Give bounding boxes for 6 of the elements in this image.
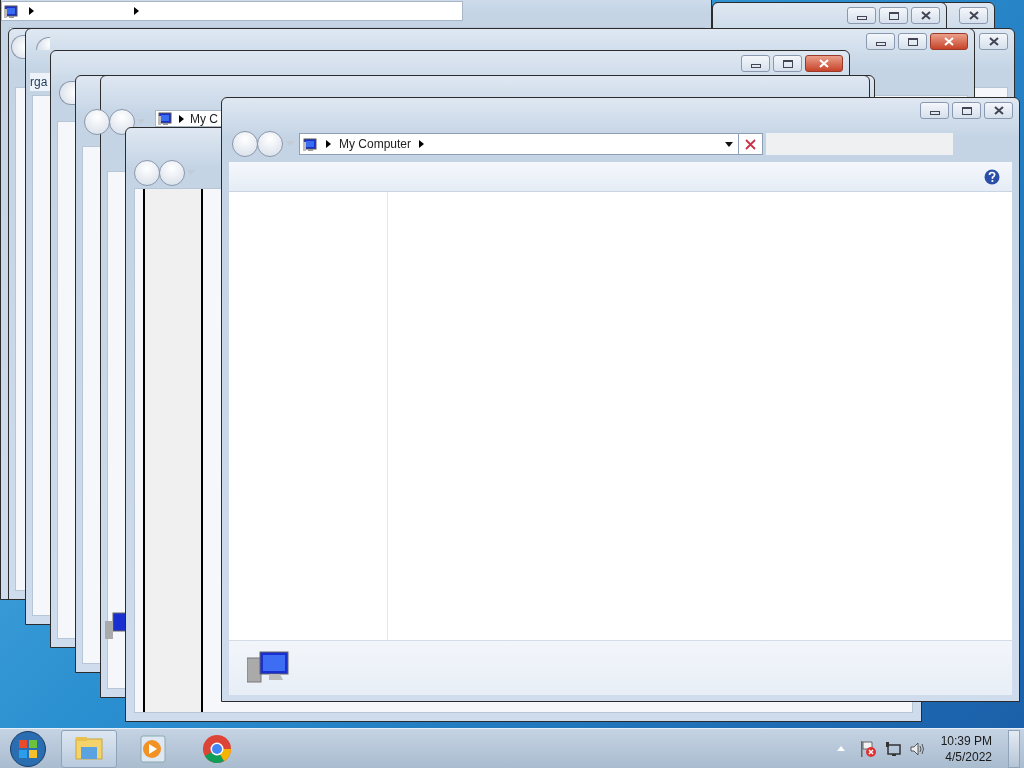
- address-path: My Computer: [339, 136, 412, 153]
- address-path: My C: [190, 111, 218, 126]
- address-bar[interactable]: My C: [155, 110, 222, 127]
- address-bar[interactable]: My Computer: [299, 133, 739, 155]
- clock-date[interactable]: 4/5/2022: [945, 748, 992, 765]
- clock-time[interactable]: 10:39 PM: [940, 732, 992, 749]
